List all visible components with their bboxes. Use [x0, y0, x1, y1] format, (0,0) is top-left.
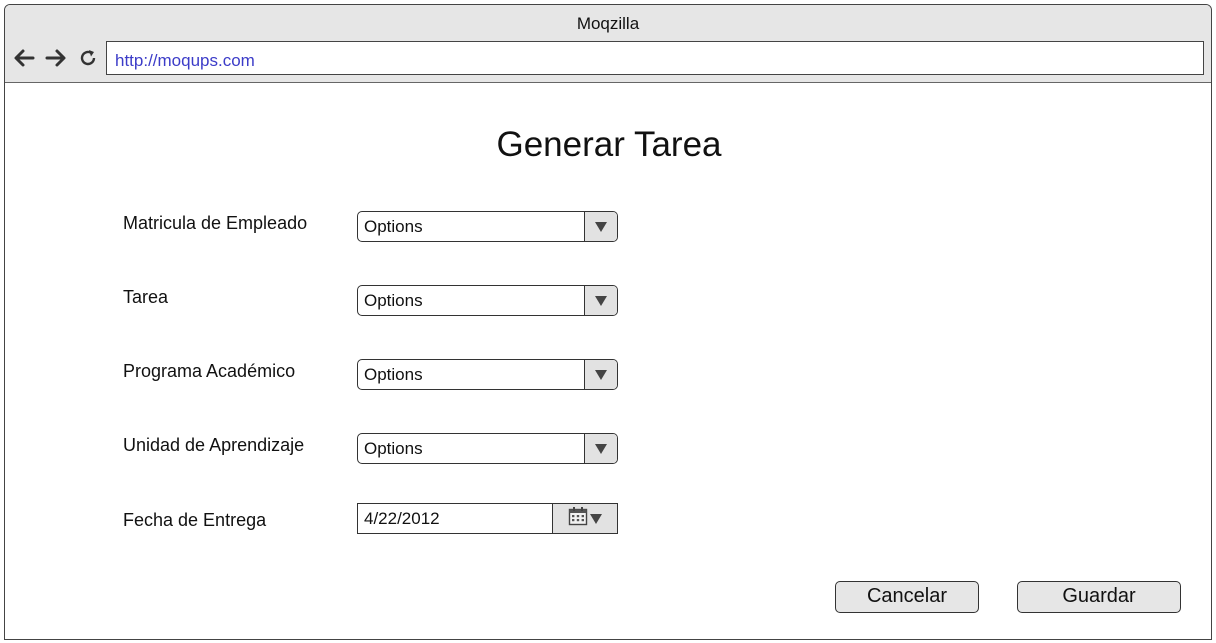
due-date-value: 4/22/2012	[364, 509, 440, 528]
employee-id-value: Options	[364, 217, 423, 236]
save-button[interactable]: Guardar	[1017, 581, 1181, 613]
cancel-button[interactable]: Cancelar	[835, 581, 979, 613]
employee-id-label: Matricula de Empleado	[123, 213, 308, 233]
reload-icon[interactable]	[75, 45, 101, 71]
chevron-down-icon	[590, 513, 602, 524]
task-select[interactable]: Options	[357, 285, 618, 316]
browser-titlebar: Moqzilla http://moqups.com	[5, 5, 1211, 83]
chevron-down-icon[interactable]	[584, 286, 617, 315]
employee-id-select[interactable]: Options	[357, 211, 618, 242]
address-bar[interactable]: http://moqups.com	[106, 41, 1204, 75]
task-label: Tarea	[123, 287, 169, 307]
forward-arrow-icon[interactable]	[43, 45, 69, 71]
browser-window: Moqzilla http://moqups.com Generar Tarea…	[4, 4, 1212, 640]
chevron-down-icon[interactable]	[584, 434, 617, 463]
back-arrow-icon[interactable]	[11, 45, 37, 71]
window-title: Moqzilla	[576, 14, 640, 33]
academic-program-select[interactable]: Options	[357, 359, 618, 390]
url-text: http://moqups.com	[115, 51, 255, 70]
learning-unit-value: Options	[364, 439, 423, 458]
calendar-icon	[568, 506, 588, 531]
learning-unit-select[interactable]: Options	[357, 433, 618, 464]
academic-program-label: Programa Académico	[123, 361, 296, 381]
learning-unit-label: Unidad de Aprendizaje	[123, 435, 305, 455]
due-date-field[interactable]: 4/22/2012	[357, 503, 618, 534]
chevron-down-icon[interactable]	[584, 360, 617, 389]
academic-program-value: Options	[364, 365, 423, 384]
task-value: Options	[364, 291, 423, 310]
chevron-down-icon[interactable]	[584, 212, 617, 241]
due-date-label: Fecha de Entrega	[123, 510, 267, 530]
date-picker-button[interactable]	[552, 504, 617, 533]
page-title: Generar Tarea	[496, 125, 722, 164]
